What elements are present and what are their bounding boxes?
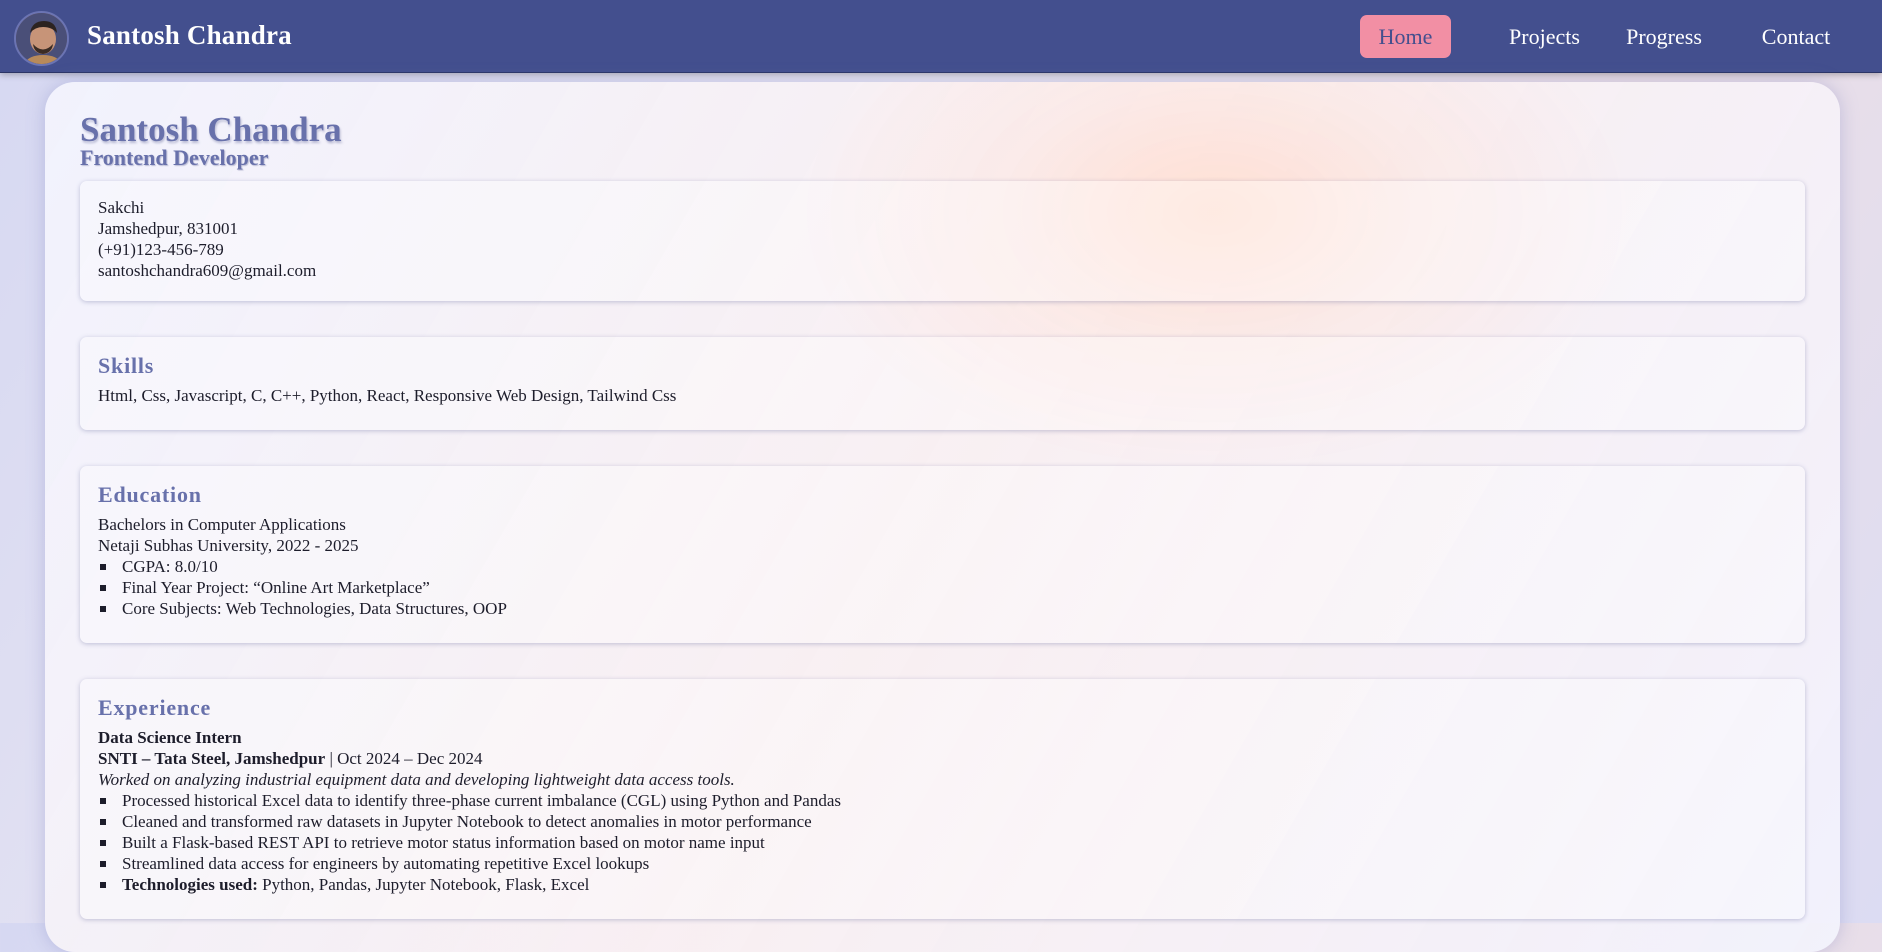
list-item: CGPA: 8.0/10: [98, 556, 1787, 577]
job-period: | Oct 2024 – Dec 2024: [325, 749, 483, 768]
skills-list: Html, Css, Javascript, C, C++, Python, R…: [98, 386, 677, 405]
avatar-portrait-icon: [16, 13, 67, 64]
list-item-technologies: Technologies used: Python, Pandas, Jupyt…: [98, 874, 1787, 895]
nav-progress-link[interactable]: Progress: [1614, 15, 1714, 58]
experience-section: Experience Data Science Intern SNTI – Ta…: [80, 679, 1805, 919]
email-address: santoshchandra609@gmail.com: [98, 261, 317, 280]
degree: Bachelors in Computer Applications: [98, 515, 346, 534]
experience-list: Processed historical Excel data to ident…: [98, 790, 1787, 895]
job-company-line: SNTI – Tata Steel, Jamshedpur | Oct 2024…: [98, 748, 1787, 769]
education-section: Education Bachelors in Computer Applicat…: [80, 466, 1805, 643]
list-item: Core Subjects: Web Technologies, Data St…: [98, 598, 1787, 619]
navbar: Santosh Chandra Home Projects Progress C…: [0, 0, 1882, 73]
list-item: Streamlined data access for engineers by…: [98, 853, 1787, 874]
nav-home-link[interactable]: Home: [1360, 15, 1451, 58]
job-company: SNTI – Tata Steel, Jamshedpur: [98, 749, 326, 768]
address-line: Sakchi: [98, 198, 145, 217]
job-role: Data Science Intern: [98, 728, 242, 747]
list-item: Built a Flask-based REST API to retrieve…: [98, 832, 1787, 853]
nav-contact-link[interactable]: Contact: [1746, 15, 1846, 58]
skills-heading: Skills: [98, 353, 155, 378]
brand-name[interactable]: Santosh Chandra: [87, 20, 292, 51]
university: Netaji Subhas University, 2022 - 2025: [98, 536, 359, 555]
hero-title: Frontend Developer: [80, 145, 269, 170]
phone-number: (+91)123-456-789: [98, 240, 224, 259]
list-item: Final Year Project: “Online Art Marketpl…: [98, 577, 1787, 598]
education-heading: Education: [98, 482, 202, 507]
nav-projects-link[interactable]: Projects: [1497, 15, 1592, 58]
job-summary: Worked on analyzing industrial equipment…: [98, 770, 735, 789]
skills-section: Skills Html, Css, Javascript, C, C++, Py…: [80, 337, 1805, 430]
experience-heading: Experience: [98, 695, 212, 720]
tech-value: Python, Pandas, Jupyter Notebook, Flask,…: [257, 875, 590, 894]
list-item: Processed historical Excel data to ident…: [98, 790, 1787, 811]
city-line: Jamshedpur, 831001: [98, 219, 239, 238]
contact-section: Sakchi Jamshedpur, 831001 (+91)123-456-7…: [80, 181, 1805, 301]
avatar[interactable]: [14, 11, 69, 66]
education-list: CGPA: 8.0/10 Final Year Project: “Online…: [98, 556, 1787, 619]
list-item: Cleaned and transformed raw datasets in …: [98, 811, 1787, 832]
hero-name: Santosh Chandra: [80, 110, 342, 149]
tech-label: Technologies used:: [122, 875, 258, 894]
